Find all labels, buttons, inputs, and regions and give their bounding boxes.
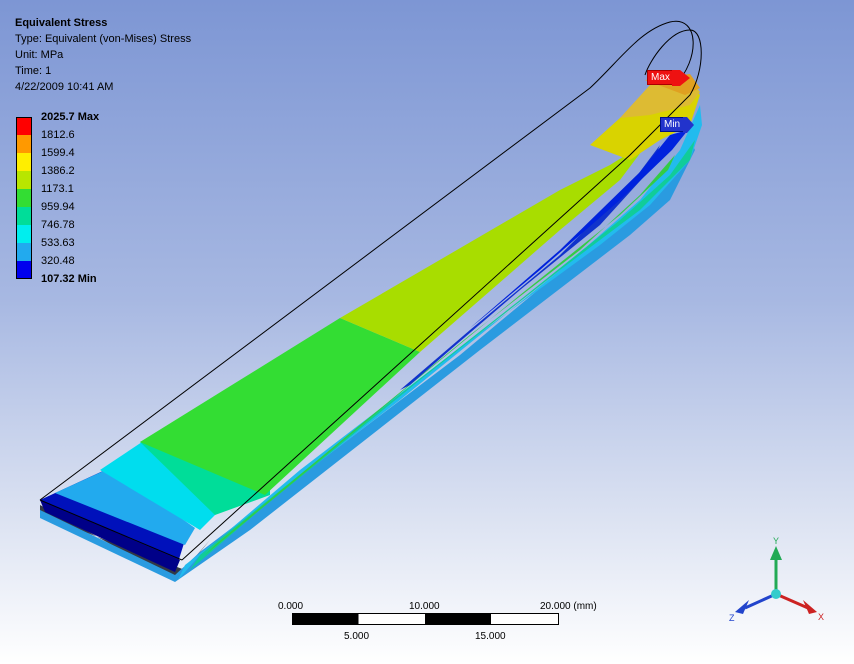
max-probe-arrow — [672, 70, 690, 86]
legend-value: 320.48 — [41, 255, 75, 267]
max-probe-tag[interactable]: Max — [647, 70, 674, 85]
legend-swatch-5 — [16, 189, 32, 207]
legend-value: 746.78 — [41, 219, 75, 231]
legend-swatch-3 — [16, 153, 32, 171]
result-info: Equivalent Stress Type: Equivalent (von-… — [15, 15, 191, 95]
graphics-viewport[interactable]: Equivalent Stress Type: Equivalent (von-… — [0, 0, 854, 664]
result-type: Type: Equivalent (von-Mises) Stress — [15, 33, 192, 45]
legend-swatch-8 — [16, 243, 32, 261]
legend-min-label: 107.32 Min — [41, 273, 97, 285]
legend-value: 1386.2 — [41, 165, 75, 177]
scale-label-20: 20.000 (mm) — [540, 601, 597, 612]
min-probe-arrow — [683, 117, 694, 133]
scale-label-5: 5.000 — [344, 631, 370, 642]
legend-max-label: 2025.7 Max — [41, 111, 100, 123]
result-title: Equivalent Stress — [15, 17, 108, 29]
legend-swatch-6 — [16, 207, 32, 225]
min-probe-tag[interactable]: Min — [660, 117, 685, 132]
scale-bar-graphic — [292, 613, 559, 625]
legend-swatch-2 — [16, 135, 32, 153]
result-unit: Unit: MPa — [15, 49, 64, 61]
coordinate-triad[interactable]: Y X Z — [725, 532, 835, 632]
legend-swatch-7 — [16, 225, 32, 243]
part-side-face — [178, 105, 702, 580]
x-axis-icon — [775, 592, 809, 610]
legend-value: 1173.1 — [41, 183, 74, 195]
triad-z-label: Z — [729, 613, 735, 623]
legend-swatch-4 — [16, 171, 32, 189]
scale-label-10: 10.000 — [409, 601, 440, 612]
legend-swatch-1 — [16, 117, 32, 135]
legend-value: 959.94 — [41, 201, 75, 213]
result-time: Time: 1 — [15, 65, 52, 77]
legend-value: 533.63 — [41, 237, 75, 249]
triad-x-label: X — [818, 612, 824, 622]
triad-origin-icon — [771, 589, 781, 599]
result-date: 4/22/2009 10:41 AM — [15, 81, 114, 93]
legend-value: 1812.6 — [41, 129, 75, 141]
legend-value: 1599.4 — [41, 147, 75, 159]
triad-y-label: Y — [773, 536, 779, 546]
legend-swatch-9 — [16, 261, 32, 279]
scale-label-15: 15.000 — [475, 631, 506, 642]
z-axis-icon — [744, 592, 777, 610]
scale-label-0: 0.000 — [278, 601, 304, 612]
